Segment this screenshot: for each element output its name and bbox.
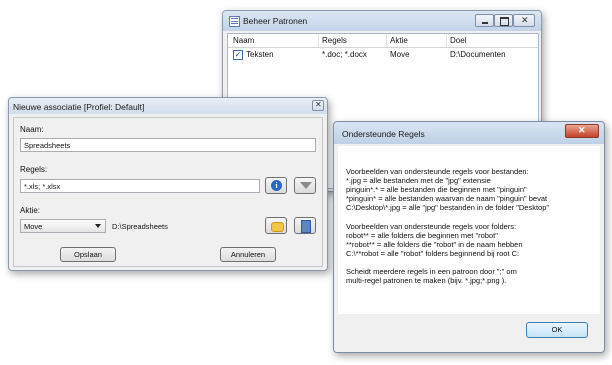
aktie-label: Aktie: [20, 206, 41, 215]
column-header-doel[interactable]: Doel [450, 36, 466, 45]
naam-field[interactable]: Spreadsheets [20, 138, 316, 152]
rules-line: Voorbeelden van ondersteunde regels voor… [346, 167, 529, 176]
cancel-button[interactable]: Annuleren [220, 247, 276, 262]
rules-content: Voorbeelden van ondersteunde regels voor… [338, 146, 600, 314]
rules-line: C:\Desktop\*.jpg = alle "jpg" bestanden … [346, 203, 550, 213]
ondersteunde-titlebar[interactable]: Ondersteunde Regels ✕ [334, 122, 604, 144]
column-header-regels[interactable]: Regels [322, 36, 347, 45]
rules-line [346, 212, 598, 221]
close-button[interactable]: ✕ [513, 14, 535, 27]
row-checkbox[interactable]: ✓ [233, 50, 243, 60]
aktie-selected-value: Move [24, 222, 43, 231]
close-icon: ✕ [315, 100, 322, 109]
rules-line: multi-regel patronen te maken (bijv. *.j… [346, 276, 507, 286]
close-button[interactable]: ✕ [312, 100, 324, 111]
cell-naam: Teksten [246, 50, 274, 59]
naam-label: Naam: [20, 125, 44, 134]
document-icon [301, 220, 311, 233]
cell-regels: *.doc; *.docx [322, 50, 367, 59]
minimize-button[interactable] [475, 14, 494, 27]
close-icon: ✕ [521, 15, 529, 25]
rules-text: Voorbeelden van ondersteunde regels voor… [346, 167, 598, 285]
rules-line: Voorbeelden van ondersteunde regels voor… [346, 221, 517, 231]
browse-folder-button[interactable] [265, 217, 287, 234]
close-icon: ✕ [578, 125, 586, 135]
column-header-naam[interactable]: Naam [233, 36, 254, 45]
regels-field[interactable]: *.xls; *.xlsx [20, 179, 260, 193]
rules-line: pinguin*.* = alle bestanden die beginnen… [346, 185, 527, 195]
chevron-down-icon [95, 224, 101, 228]
list-header: Naam Regels Aktie Doel [228, 34, 538, 48]
window-title: Beheer Patronen [243, 16, 308, 26]
rules-line: Scheidt meerdere regels in een patroon d… [346, 267, 517, 277]
rules-line: C:\**robot = alle "robot" folders beginn… [346, 248, 520, 258]
column-header-aktie[interactable]: Aktie [390, 36, 408, 45]
ondersteunde-regels-window: Ondersteunde Regels ✕ Voorbeelden van on… [333, 121, 605, 353]
target-folder-field[interactable]: D:\Spreadsheets [108, 219, 260, 233]
cell-doel: D:\Documenten [450, 50, 506, 59]
filter-button[interactable] [294, 177, 316, 194]
nieuwe-associatie-window: Nieuwe associatie [Profiel: Default] ✕ N… [8, 97, 328, 271]
cell-aktie: Move [390, 50, 410, 59]
rules-line: robot** = alle folders die beginnen met … [346, 230, 498, 240]
close-button[interactable]: ✕ [565, 124, 599, 138]
window-title: Nieuwe associatie [Profiel: Default] [13, 102, 145, 112]
info-button[interactable]: i [265, 177, 287, 194]
save-button[interactable]: Opslaan [60, 247, 116, 262]
table-row[interactable]: ✓ Teksten *.doc; *.docx Move D:\Document… [228, 48, 538, 61]
rules-line [346, 258, 598, 267]
notes-button[interactable] [294, 217, 316, 234]
maximize-button[interactable] [494, 14, 513, 27]
minimize-icon [482, 22, 488, 24]
folder-icon [271, 222, 284, 232]
regels-label: Regels: [20, 165, 48, 174]
form-panel: Naam: Spreadsheets Regels: *.xls; *.xlsx… [13, 117, 323, 267]
window-title: Ondersteunde Regels [342, 129, 425, 139]
app-icon [229, 16, 240, 27]
rules-line: *.jpg = alle bestanden met de "jpg" exte… [346, 176, 491, 186]
filter-icon [300, 182, 312, 189]
nieuwe-titlebar[interactable]: Nieuwe associatie [Profiel: Default] ✕ [9, 98, 327, 114]
aktie-select[interactable]: Move [20, 219, 106, 233]
maximize-icon [500, 17, 509, 26]
rules-line: **robot** = alle folders die "robot" in … [346, 239, 523, 249]
beheer-titlebar[interactable]: Beheer Patronen ✕ [223, 11, 541, 31]
ok-button[interactable]: OK [526, 322, 588, 338]
info-icon: i [271, 180, 282, 191]
rules-line: *pinguin* = alle bestanden waarvan de na… [346, 194, 548, 204]
